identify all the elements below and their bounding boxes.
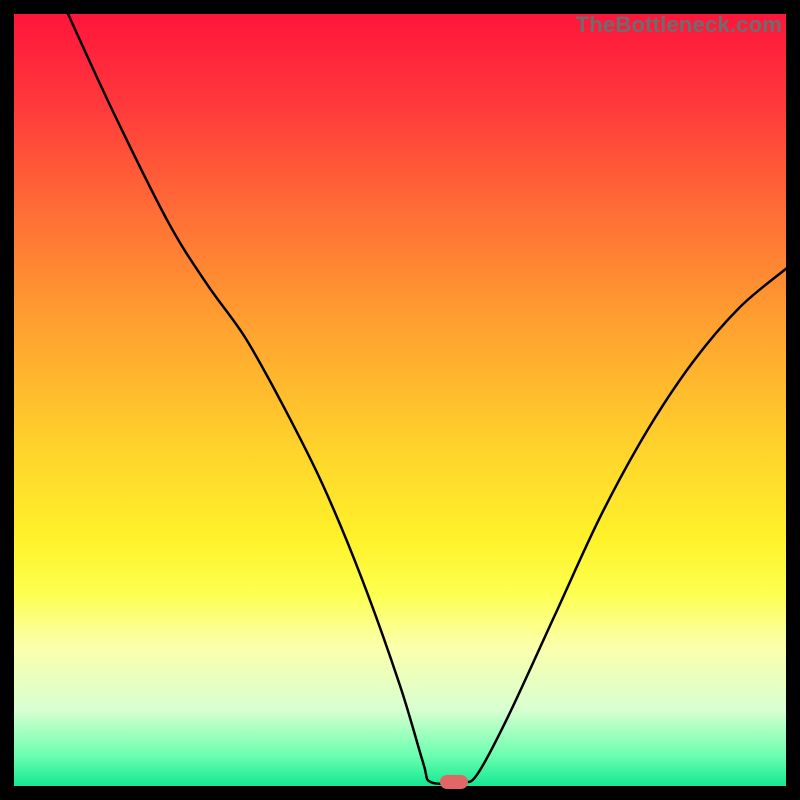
optimum-marker [440, 775, 468, 789]
gradient-background [14, 14, 786, 786]
watermark-text: TheBottleneck.com [576, 12, 782, 38]
chart-frame: TheBottleneck.com [14, 14, 786, 786]
bottleneck-chart [14, 14, 786, 786]
